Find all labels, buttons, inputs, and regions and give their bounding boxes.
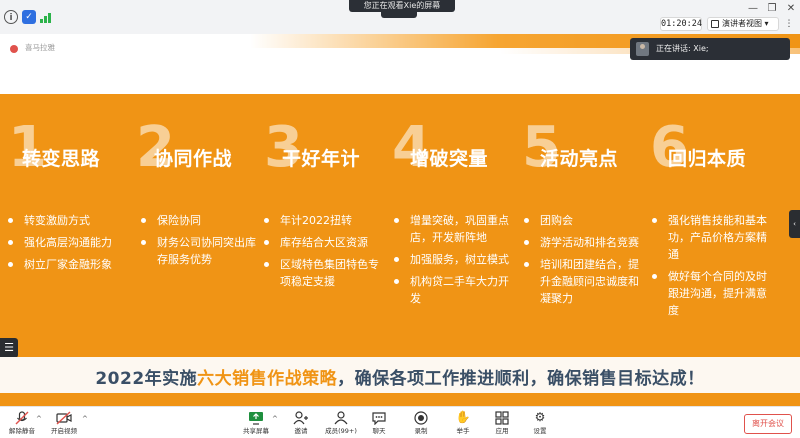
- shared-slide: 喜马拉雅 1 转变思路 转变激励方式 强化高层沟通能力 树立厂家金融形象 2 协…: [0, 34, 800, 406]
- bullet-item: 树立厂家金融形象: [8, 256, 133, 273]
- raise-hand-icon: ✋: [455, 410, 471, 424]
- bullet-item: 强化高层沟通能力: [8, 234, 133, 251]
- chat-button[interactable]: 聊天: [357, 410, 401, 438]
- bullet-item: 保险协同: [141, 212, 256, 229]
- bullet-item: 财务公司协同突出库存服务优势: [141, 234, 256, 268]
- gear-icon: ⚙: [534, 410, 546, 424]
- bullet-item: 机构贷二手车大力开发: [394, 273, 518, 307]
- presenter-view-button[interactable]: 演讲者视图 ▾: [707, 17, 779, 31]
- chat-icon: [371, 410, 387, 426]
- tagline-highlight: 六大销售作战策略: [197, 369, 338, 389]
- bullet-item: 加强服务，树立模式: [394, 251, 518, 268]
- column-title: 干好年计: [282, 148, 361, 170]
- column-title: 协同作战: [154, 148, 233, 170]
- tagline-strip-edge: [0, 393, 800, 406]
- raise-hand-button[interactable]: ✋ 举手: [441, 410, 485, 438]
- record-label: 录制: [414, 427, 428, 435]
- invite-user-icon: [293, 410, 309, 425]
- column-bullets: 年计2022扭转 库存结合大区资源 区域特色集团特色专项稳定支援: [264, 212, 382, 295]
- column-bullets: 团购会 游学活动和排名竞赛 培训和团建结合，提升金融顾问忠诚度和凝聚力: [524, 212, 642, 312]
- bullet-item: 强化销售技能和基本功，产品价格方案精通: [652, 212, 777, 263]
- start-video-button[interactable]: 开启视频: [42, 410, 86, 438]
- presenter-view-label: 演讲者视图: [722, 19, 762, 28]
- bullet-item: 增量突破，巩固重点店，开发新阵地: [394, 212, 518, 246]
- tagline-suffix: ，确保各项工作推进顺利，确保销售目标达成！: [337, 369, 705, 389]
- members-icon: [333, 410, 349, 425]
- meeting-timer: 01:20:24: [660, 17, 702, 31]
- chevron-up-icon[interactable]: ^: [36, 415, 42, 423]
- record-button[interactable]: 录制: [399, 410, 443, 438]
- slide-tagline: 2022年实施六大销售作战策略，确保各项工作推进顺利，确保销售目标达成！: [0, 364, 800, 389]
- settings-button[interactable]: ⚙ 设置: [518, 410, 562, 438]
- chevron-up-icon[interactable]: ^: [272, 415, 278, 423]
- chevron-up-icon[interactable]: ^: [82, 415, 88, 423]
- chat-label: 聊天: [372, 427, 386, 435]
- apps-icon: [494, 410, 510, 425]
- bullet-item: 团购会: [524, 212, 642, 229]
- unmute-label: 解除静音: [9, 427, 35, 435]
- bullet-item: 转变激励方式: [8, 212, 133, 229]
- invite-button[interactable]: 邀请: [279, 410, 323, 438]
- slide-stop-icon: [10, 45, 18, 53]
- speaking-text: 正在讲话: Xie;: [656, 44, 709, 53]
- bullet-item: 库存结合大区资源: [264, 234, 382, 251]
- tagline-prefix: 2022年实施: [95, 369, 198, 389]
- avatar: [636, 42, 649, 56]
- presenter-view-icon: [711, 20, 719, 28]
- share-screen-label: 共享屏幕: [243, 427, 269, 435]
- side-menu-icon[interactable]: ☰: [0, 338, 18, 358]
- column-title: 增破突量: [410, 148, 489, 170]
- bullet-item: 区域特色集团特色专项稳定支援: [264, 256, 382, 290]
- close-icon[interactable]: ✕: [784, 2, 798, 16]
- shield-icon[interactable]: ✓: [22, 10, 36, 24]
- bullet-item: 做好每个合同的及时跟进沟通，提升满意度: [652, 268, 777, 319]
- settings-label: 设置: [533, 427, 547, 435]
- chevron-down-icon: ▾: [764, 19, 769, 28]
- leave-meeting-button[interactable]: 离开会议: [744, 414, 792, 434]
- expand-panel-icon[interactable]: ‹: [789, 210, 800, 238]
- bullet-item: 培训和团建结合，提升金融顾问忠诚度和凝聚力: [524, 256, 642, 307]
- screen-share-banner-handle[interactable]: [381, 12, 417, 18]
- column-bullets: 保险协同 财务公司协同突出库存服务优势: [141, 212, 256, 273]
- record-icon: [413, 410, 429, 425]
- speaking-indicator: 正在讲话: Xie;: [630, 38, 790, 60]
- start-video-label: 开启视频: [51, 427, 77, 435]
- bullet-item: 年计2022扭转: [264, 212, 382, 229]
- column-bullets: 增量突破，巩固重点店，开发新阵地 加强服务，树立模式 机构贷二手车大力开发: [394, 212, 518, 312]
- column-title: 回归本质: [668, 148, 747, 170]
- info-icon[interactable]: i: [4, 10, 18, 24]
- signal-strength-icon[interactable]: [40, 11, 54, 23]
- column-bullets: 转变激励方式 强化高层沟通能力 树立厂家金融形象: [8, 212, 133, 278]
- more-icon[interactable]: ⋮: [783, 17, 795, 31]
- restore-window-icon[interactable]: ❐: [765, 2, 779, 16]
- minimize-icon[interactable]: —: [746, 2, 760, 16]
- microphone-muted-icon: [14, 410, 30, 425]
- share-screen-icon: [248, 410, 264, 425]
- meeting-toolbar: 解除静音 ^ 开启视频 ^ 共享屏幕 ^ 邀请 成员(99+) 聊天 录制 ✋ …: [0, 406, 800, 438]
- bullet-item: 游学活动和排名竞赛: [524, 234, 642, 251]
- slide-tag: 喜马拉雅: [25, 43, 55, 52]
- column-bullets: 强化销售技能和基本功，产品价格方案精通 做好每个合同的及时跟进沟通，提升满意度: [652, 212, 777, 324]
- invite-label: 邀请: [294, 427, 308, 435]
- raise-hand-label: 举手: [456, 427, 470, 435]
- camera-off-icon: [56, 410, 72, 425]
- meeting-top-bar: i ✓ 您正在观看Xie的屏幕 — ❐ ✕ 01:20:24 演讲者视图 ▾ ⋮: [0, 0, 800, 34]
- screen-share-banner: 您正在观看Xie的屏幕: [349, 0, 455, 12]
- column-title: 活动亮点: [540, 148, 619, 170]
- column-title: 转变思路: [22, 148, 101, 170]
